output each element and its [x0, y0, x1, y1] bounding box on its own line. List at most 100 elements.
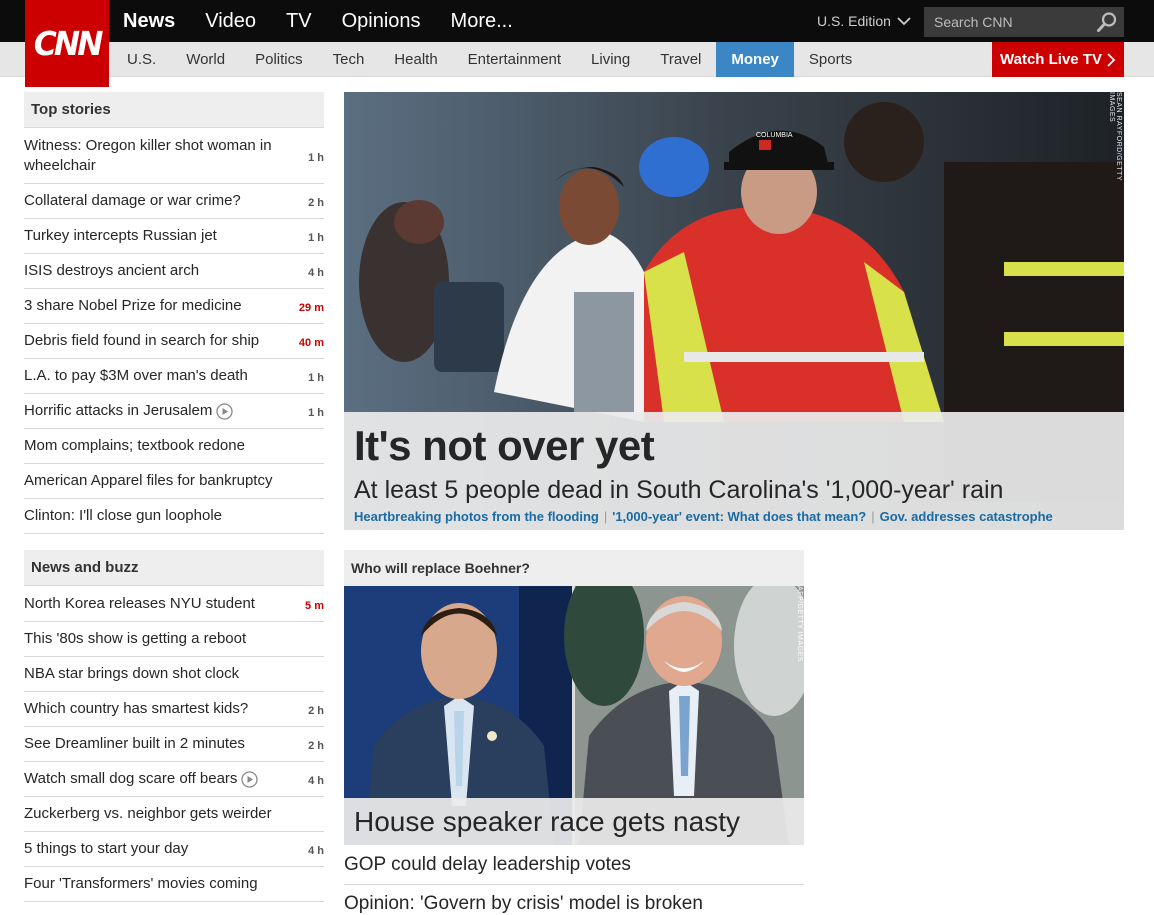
watch-live-tv-button[interactable]: Watch Live TV [992, 42, 1124, 77]
search-icon[interactable] [1096, 11, 1118, 33]
story-headline-text: Watch small dog scare off bears [24, 770, 238, 787]
story-headline[interactable]: Collateral damage or war crime? [24, 191, 241, 211]
story-headline-text: Witness: Oregon killer shot woman in whe… [24, 137, 272, 174]
section-nav-item[interactable]: Living [576, 42, 645, 77]
story-headline[interactable]: L.A. to pay $3M over man's death [24, 366, 248, 386]
story-item[interactable]: North Korea releases NYU student 5 m [24, 587, 324, 622]
primary-nav-item[interactable]: TV [286, 10, 312, 33]
story-headline[interactable]: American Apparel files for bankruptcy [24, 471, 272, 491]
story-item[interactable]: American Apparel files for bankruptcy [24, 464, 324, 499]
story-item[interactable]: Witness: Oregon killer shot woman in whe… [24, 129, 324, 184]
boehner-section-title[interactable]: Who will replace Boehner? [351, 560, 530, 576]
story-headline[interactable]: Debris field found in search for ship [24, 331, 259, 351]
story-item[interactable]: Mom complains; textbook redone [24, 429, 324, 464]
story-headline[interactable]: See Dreamliner built in 2 minutes [24, 734, 245, 754]
story-headline-text: North Korea releases NYU student [24, 595, 255, 612]
story-headline[interactable]: Horrific attacks in Jerusalem [24, 401, 234, 421]
story-item[interactable]: ISIS destroys ancient arch 4 h [24, 254, 324, 289]
story-item[interactable]: 5 things to start your day 4 h [24, 832, 324, 867]
watch-live-tv-label: Watch Live TV [1000, 51, 1102, 68]
search-input[interactable] [924, 14, 1084, 30]
story-item[interactable]: Zuckerberg vs. neighbor gets weirder [24, 797, 324, 832]
story-item[interactable]: Debris field found in search for ship 40 … [24, 324, 324, 359]
story-headline-text: Horrific attacks in Jerusalem [24, 402, 213, 419]
video-play-icon [216, 402, 234, 420]
story-item[interactable]: Horrific attacks in Jerusalem 1 h [24, 394, 324, 429]
story-headline[interactable]: Clinton: I'll close gun loophole [24, 506, 222, 526]
story-item[interactable]: This '80s show is getting a reboot [24, 622, 324, 657]
section-nav-item[interactable]: Money [716, 42, 794, 77]
helmet-text: COLUMBIA [756, 132, 793, 139]
story-item[interactable]: Collateral damage or war crime? 2 h [24, 184, 324, 219]
story-headline[interactable]: North Korea releases NYU student [24, 594, 255, 614]
story-item[interactable]: Four 'Transformers' movies coming [24, 867, 324, 902]
story-headline[interactable]: Turkey intercepts Russian jet [24, 226, 217, 246]
story-headline[interactable]: Watch small dog scare off bears [24, 769, 259, 789]
story-headline[interactable]: Zuckerberg vs. neighbor gets weirder [24, 804, 272, 824]
story-item[interactable]: Clinton: I'll close gun loophole [24, 499, 324, 534]
section-nav-item[interactable]: World [171, 42, 240, 77]
story-item[interactable]: See Dreamliner built in 2 minutes 2 h [24, 727, 324, 762]
story-headline[interactable]: NBA star brings down shot clock [24, 664, 239, 684]
cnn-logo-text: CNN [33, 24, 104, 63]
story-headline-text: 5 things to start your day [24, 840, 189, 857]
section-nav-item[interactable]: Travel [645, 42, 716, 77]
hero-related-link[interactable]: '1,000-year' event: What does that mean? [612, 509, 866, 524]
boehner-photo[interactable]: AFP/GETTY IMAGES House speaker race gets… [344, 586, 804, 845]
story-headline[interactable]: Mom complains; textbook redone [24, 436, 245, 456]
story-timestamp: 1 h [308, 232, 324, 244]
story-headline[interactable]: Which country has smartest kids? [24, 699, 248, 719]
news-and-buzz-list: North Korea releases NYU student 5 m This … [24, 587, 324, 902]
story-headline-text: Turkey intercepts Russian jet [24, 227, 217, 244]
boehner-section-header: Who will replace Boehner? [344, 550, 804, 586]
edition-selector[interactable]: U.S. Edition [817, 0, 911, 42]
story-timestamp: 2 h [308, 197, 324, 209]
primary-nav-item[interactable]: More... [451, 10, 513, 33]
section-nav-item[interactable]: Entertainment [453, 42, 576, 77]
hero-headline[interactable]: It's not over yet [354, 422, 1124, 470]
story-item[interactable]: Watch small dog scare off bears 4 h [24, 762, 324, 797]
story-item[interactable]: 3 share Nobel Prize for medicine 29 m [24, 289, 324, 324]
hero-related-link[interactable]: Gov. addresses catastrophe [880, 509, 1053, 524]
boehner-related-story[interactable]: Opinion: 'Govern by crisis' model is bro… [344, 885, 804, 915]
section-nav-item[interactable]: Health [379, 42, 452, 77]
story-headline[interactable]: 5 things to start your day [24, 839, 188, 859]
boehner-related-story[interactable]: GOP could delay leadership votes [344, 846, 804, 885]
story-headline-text: Clinton: I'll close gun loophole [24, 507, 222, 524]
story-item[interactable]: L.A. to pay $3M over man's death 1 h [24, 359, 324, 394]
primary-nav-item[interactable]: Video [205, 10, 256, 33]
primary-nav-item[interactable]: News [123, 10, 175, 33]
boehner-caption: House speaker race gets nasty [344, 798, 804, 845]
story-headline-text: 3 share Nobel Prize for medicine [24, 297, 242, 314]
story-headline-text: Zuckerberg vs. neighbor gets weirder [24, 805, 272, 822]
cnn-logo[interactable]: CNN [25, 0, 109, 87]
section-nav-item[interactable]: U.S. [112, 42, 171, 77]
story-headline[interactable]: 3 share Nobel Prize for medicine [24, 296, 242, 316]
hero-related-link[interactable]: Heartbreaking photos from the flooding [354, 509, 599, 524]
story-timestamp: 4 h [308, 775, 324, 787]
story-item[interactable]: Turkey intercepts Russian jet 1 h [24, 219, 324, 254]
story-headline[interactable]: Witness: Oregon killer shot woman in whe… [24, 136, 308, 176]
top-stories-list: Witness: Oregon killer shot woman in whe… [24, 129, 324, 534]
story-headline-text: Debris field found in search for ship [24, 332, 260, 349]
story-timestamp: 40 m [298, 337, 324, 349]
story-headline-text: Mom complains; textbook redone [24, 437, 245, 454]
primary-nav: News Video TV Opinions More... [123, 0, 543, 42]
story-headline-text: Four 'Transformers' movies coming [24, 875, 258, 892]
story-item[interactable]: NBA star brings down shot clock [24, 657, 324, 692]
link-separator: | [603, 509, 608, 524]
hero-story[interactable]: COLUMBIA SEAN RAYFORD/GETTY IMAGES It's … [344, 92, 1124, 530]
primary-nav-item[interactable]: Opinions [342, 10, 421, 33]
video-play-icon [241, 770, 259, 788]
search-box [924, 7, 1124, 37]
story-headline[interactable]: ISIS destroys ancient arch [24, 261, 199, 281]
section-nav-item[interactable]: Politics [240, 42, 318, 77]
hero-subheadline[interactable]: At least 5 people dead in South Carolina… [354, 476, 1124, 505]
story-headline[interactable]: Four 'Transformers' movies coming [24, 874, 258, 894]
story-headline[interactable]: This '80s show is getting a reboot [24, 629, 246, 649]
boehner-caption-text[interactable]: House speaker race gets nasty [354, 806, 740, 838]
section-nav-item[interactable]: Sports [794, 42, 867, 77]
section-nav-item[interactable]: Tech [318, 42, 380, 77]
story-item[interactable]: Which country has smartest kids? 2 h [24, 692, 324, 727]
story-timestamp: 29 m [298, 302, 324, 314]
